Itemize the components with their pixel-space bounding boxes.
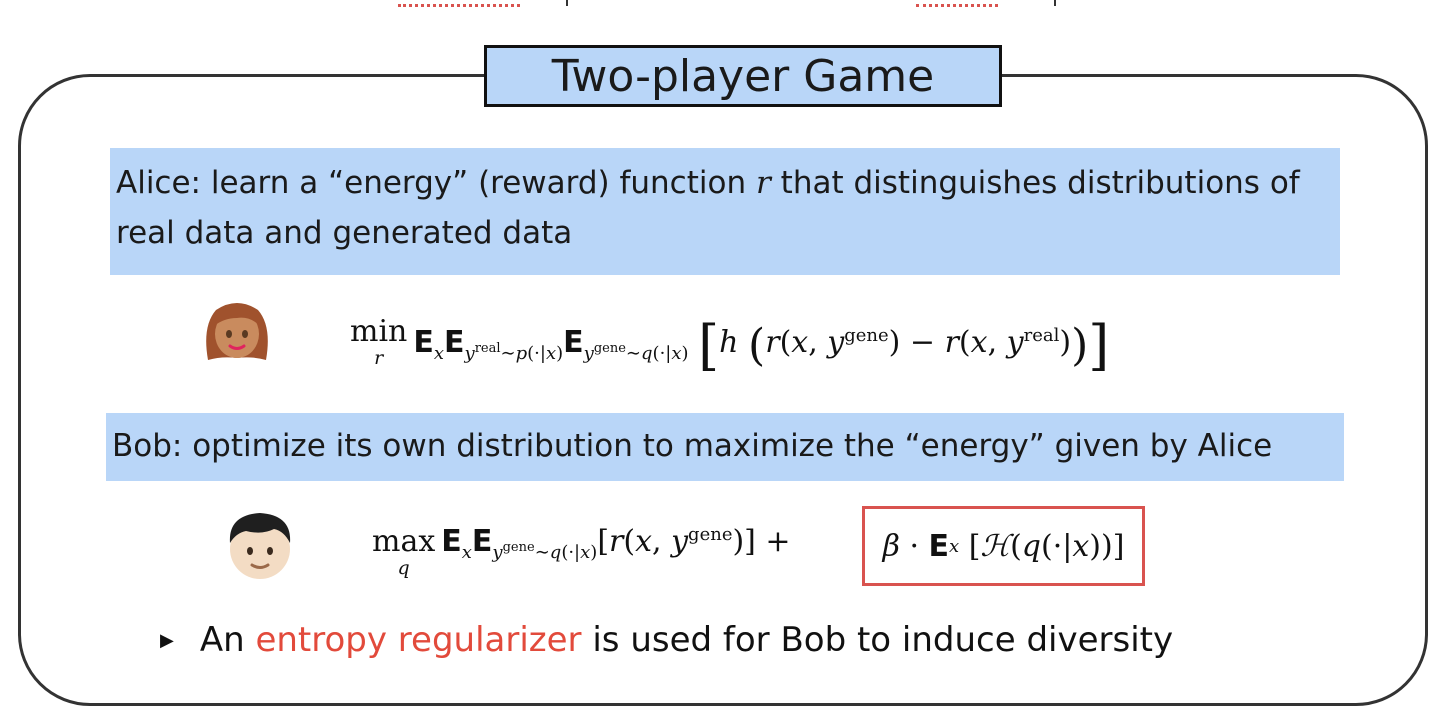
- alice-equation: min r ExEyreal∼p(·|x)Eygene∼q(·|x) [h (r(x…: [350, 314, 1110, 377]
- bullet-point: ▶ An entropy regularizer is used for Bob…: [160, 620, 1173, 660]
- top-dotted-underline-right: [916, 0, 998, 7]
- entropy-term-box: β · Ex [ℋ(q (·| x))]: [862, 506, 1145, 586]
- top-tick-right: [1054, 0, 1056, 6]
- bob-description: Bob: optimize its own distribution to ma…: [106, 413, 1344, 481]
- top-dotted-underline-left: [398, 0, 520, 7]
- bob-equation: max q ExEygene∼q(·|x)[r(x, ygene)] +: [372, 524, 791, 579]
- bullet-prefix: An: [199, 620, 245, 660]
- bullet-suffix: is used for Bob to induce diversity: [592, 620, 1174, 660]
- bullet-highlight: entropy regularizer: [255, 620, 582, 660]
- page-title: Two-player Game: [484, 45, 1002, 107]
- girl-face-icon: [206, 303, 268, 360]
- triangle-bullet-icon: ▶: [160, 629, 174, 651]
- alice-text-1: Alice: learn a “energy” (reward) functio…: [116, 165, 747, 201]
- alice-description: Alice: learn a “energy” (reward) functio…: [110, 148, 1340, 275]
- boy-face-icon: [229, 513, 291, 579]
- top-tick-left: [566, 0, 568, 6]
- alice-var-r: r: [755, 165, 771, 201]
